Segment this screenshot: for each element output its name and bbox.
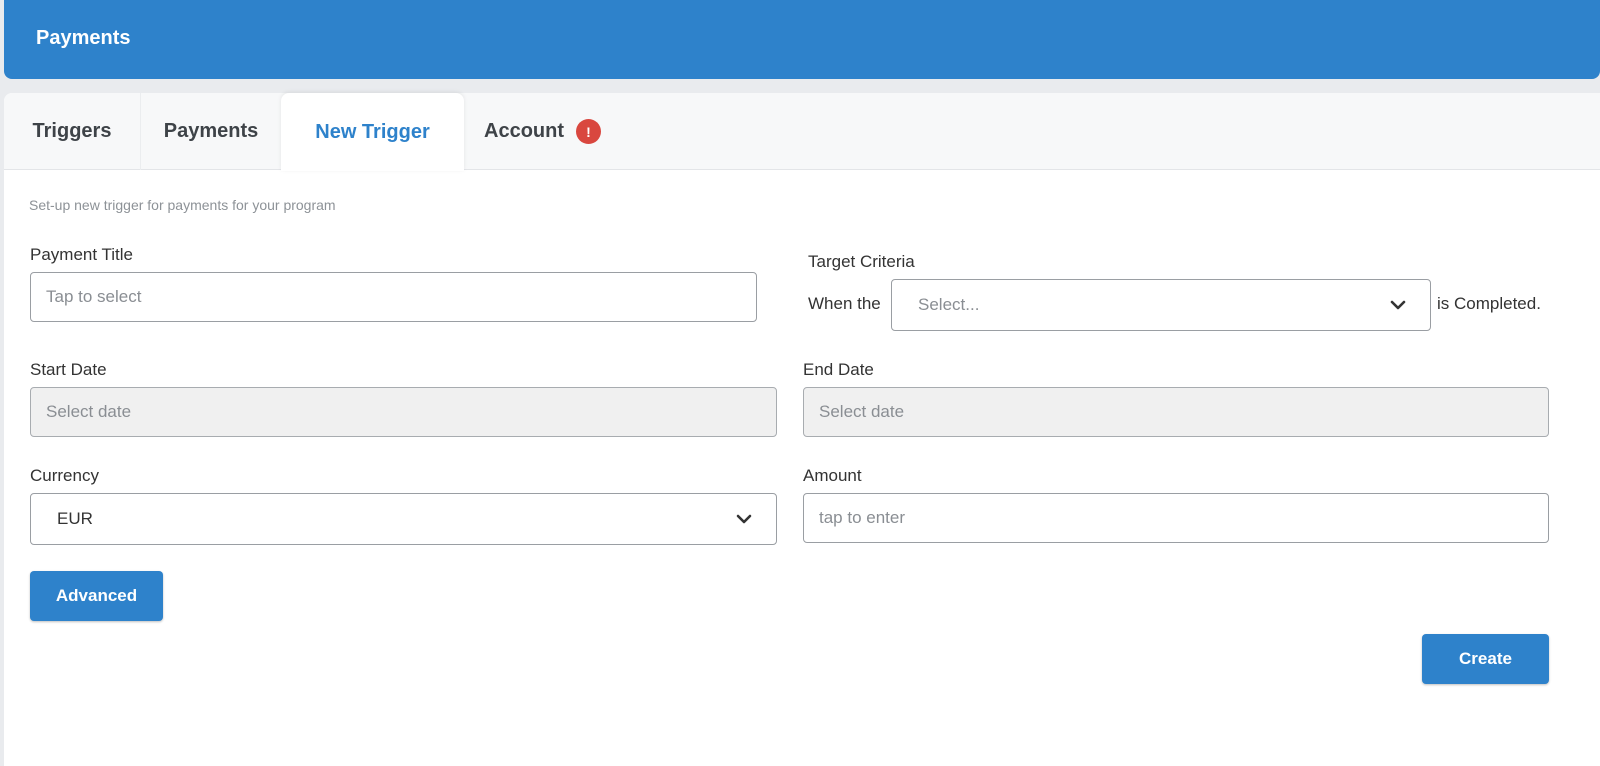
alert-badge-icon: ! xyxy=(576,119,601,144)
target-criteria-select[interactable]: Select... xyxy=(891,279,1431,331)
currency-label: Currency xyxy=(30,466,99,485)
tab-label: Payments xyxy=(163,120,259,142)
target-criteria-suffix: is Completed. xyxy=(1437,294,1541,313)
payment-title-label: Payment Title xyxy=(30,245,133,264)
main-panel: Triggers Payments New Trigger Account ! … xyxy=(4,93,1600,766)
tab-bar: Triggers Payments New Trigger Account ! xyxy=(4,93,1600,171)
app-title: Payments xyxy=(36,27,131,49)
form-subtitle: Set-up new trigger for payments for your… xyxy=(29,197,336,213)
chevron-down-icon xyxy=(724,499,764,539)
amount-label: Amount xyxy=(803,466,862,485)
amount-input[interactable] xyxy=(803,493,1549,543)
start-date-label: Start Date xyxy=(30,360,107,379)
target-criteria-value: Select... xyxy=(918,295,980,314)
tab-label: Triggers xyxy=(32,120,112,142)
create-button[interactable]: Create xyxy=(1422,634,1549,684)
tab-account[interactable]: Account ! xyxy=(484,93,634,170)
tab-triggers[interactable]: Triggers xyxy=(4,93,141,170)
tab-payments[interactable]: Payments xyxy=(141,93,281,170)
end-date-label: End Date xyxy=(803,360,874,379)
app-header: Payments xyxy=(4,0,1600,79)
target-criteria-prefix: When the xyxy=(808,294,881,313)
tab-label: New Trigger xyxy=(315,120,430,143)
tab-new-trigger[interactable]: New Trigger xyxy=(281,93,464,171)
currency-value: EUR xyxy=(57,509,93,528)
target-criteria-label: Target Criteria xyxy=(808,252,915,271)
payment-title-input[interactable] xyxy=(30,272,757,322)
start-date-input[interactable] xyxy=(30,387,777,437)
currency-select[interactable]: EUR xyxy=(30,493,777,545)
chevron-down-icon xyxy=(1378,285,1418,325)
end-date-input[interactable] xyxy=(803,387,1549,437)
advanced-button[interactable]: Advanced xyxy=(30,571,163,621)
tab-label: Account xyxy=(484,120,564,142)
